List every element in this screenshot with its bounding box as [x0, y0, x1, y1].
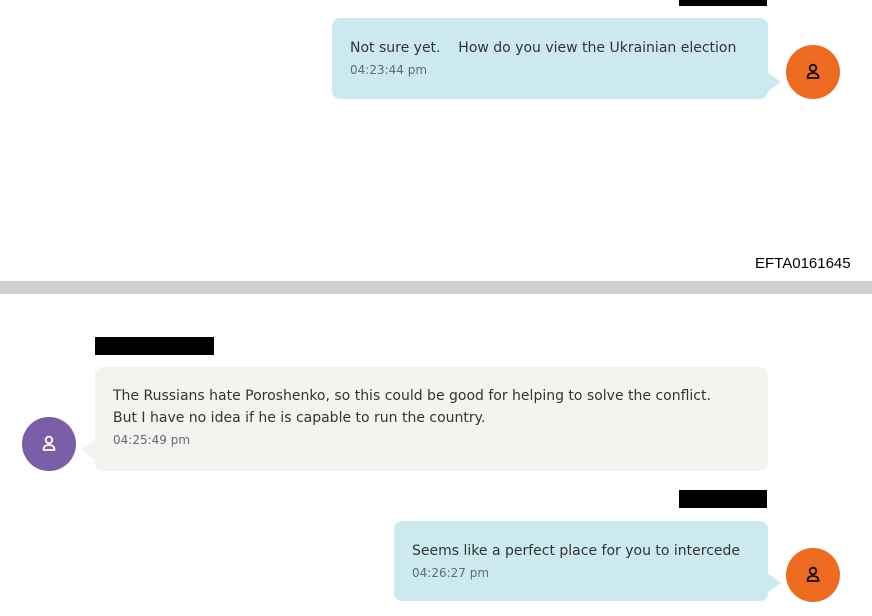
page-separator [0, 281, 872, 294]
message-timestamp: 04:25:49 pm [113, 433, 191, 447]
person-icon [806, 566, 820, 582]
bubble-tail [767, 72, 781, 92]
message-bubble-received: The Russians hate Poroshenko, so this co… [95, 367, 768, 471]
redaction-bar [679, 0, 767, 6]
message-timestamp: 04:26:27 pm [412, 566, 490, 580]
message-timestamp: 04:23:44 pm [350, 63, 428, 77]
message-bubble-sent: Not sure yet. How do you view the Ukrain… [332, 18, 768, 99]
avatar-other [22, 417, 76, 471]
message-text: Not sure yet. How do you view the Ukrain… [350, 40, 737, 56]
person-icon [42, 435, 56, 451]
message-text: Seems like a perfect place for you to in… [412, 543, 741, 559]
bubble-tail [767, 573, 781, 593]
person-icon [806, 63, 820, 79]
avatar-self [786, 548, 840, 602]
avatar-self [786, 45, 840, 99]
redaction-bar [95, 337, 214, 355]
bubble-tail [81, 440, 95, 460]
message-text: The Russians hate Poroshenko, so this co… [113, 388, 711, 426]
document-id-footer: EFTA0161645 [755, 255, 851, 272]
message-bubble-sent: Seems like a perfect place for you to in… [394, 521, 768, 601]
redaction-bar [679, 490, 767, 508]
